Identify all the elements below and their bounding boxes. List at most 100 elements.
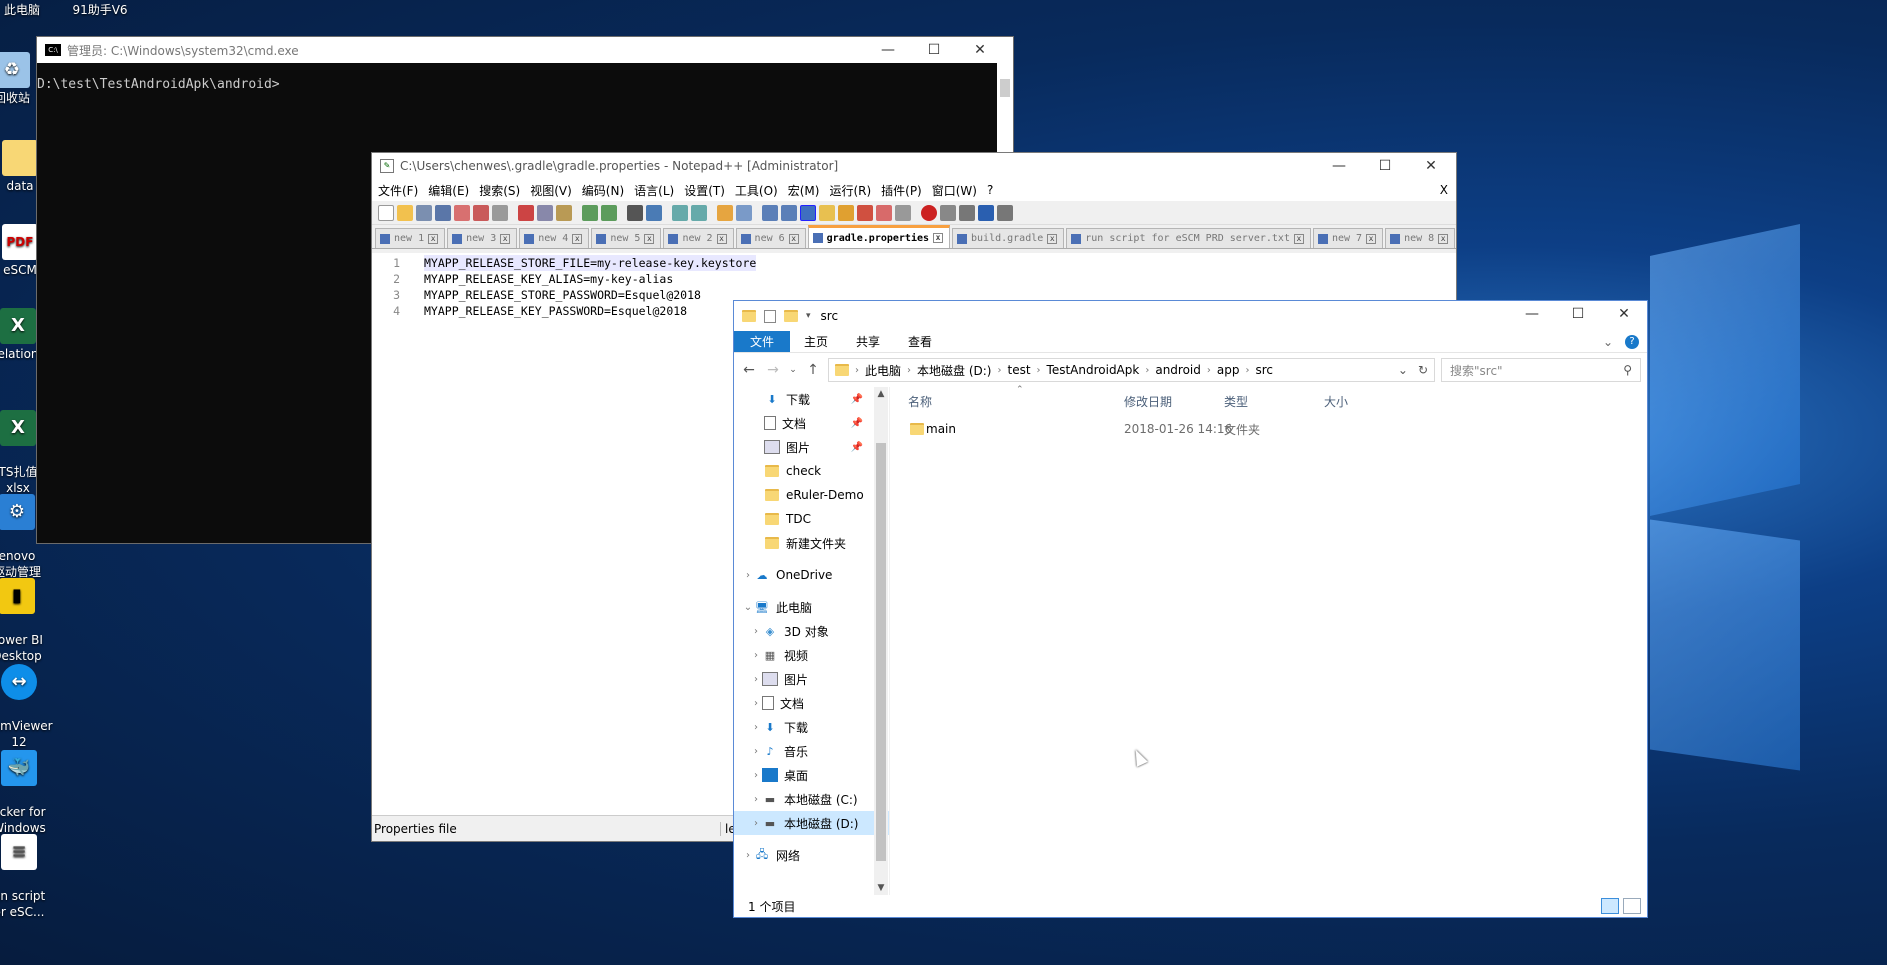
new-folder-icon[interactable] xyxy=(784,310,798,322)
desktop-icon-this-pc[interactable]: 此电脑 xyxy=(0,0,62,18)
nav-item-this-pc[interactable]: ⌄ 🖥 此电脑 xyxy=(734,595,889,619)
menu-edit[interactable]: 编辑(E) xyxy=(428,182,469,199)
stop-record-icon[interactable] xyxy=(940,204,956,221)
chevron-right-icon[interactable]: › xyxy=(750,626,762,637)
maximize-button[interactable]: ☐ xyxy=(1555,301,1601,331)
breadcrumb-item[interactable]: 本地磁盘 (D:) xyxy=(917,362,991,379)
close-tab-icon[interactable]: x xyxy=(933,233,944,243)
nav-item-drive-d[interactable]: › ▬ 本地磁盘 (D:) xyxy=(734,811,889,835)
breadcrumb-item[interactable]: 此电脑 xyxy=(865,362,901,379)
menu-help[interactable]: ? xyxy=(987,183,993,197)
close-button[interactable]: ✕ xyxy=(1601,301,1647,331)
menu-macro[interactable]: 宏(M) xyxy=(788,182,820,199)
tab-run-script[interactable]: run script for eSCM PRD server.txt x xyxy=(1066,228,1311,248)
close-tab-icon[interactable]: x xyxy=(1293,233,1304,244)
maximize-button[interactable]: ☐ xyxy=(911,37,957,63)
tab-new-3[interactable]: new 3x xyxy=(447,228,518,248)
chevron-right-icon[interactable]: › xyxy=(750,674,762,685)
explorer-window[interactable]: ▾ src — ☐ ✕ 文件 主页 共享 查看 ⌄ ? ← → ⌄ ↑ › 此电… xyxy=(733,300,1648,918)
new-file-icon[interactable] xyxy=(378,204,394,221)
close-tab-icon[interactable]: x xyxy=(788,233,799,244)
nav-item-eruler-demo[interactable]: eRuler-Demo xyxy=(734,483,889,507)
ribbon-tab-view[interactable]: 查看 xyxy=(894,331,946,352)
chevron-down-icon[interactable]: ⌄ xyxy=(742,602,754,613)
desktop-icon-run-script[interactable]: ≡ un script or eSC... xyxy=(0,818,54,936)
tab-new-6[interactable]: new 6x xyxy=(735,228,806,248)
cmd-console[interactable]: D:\test\TestAndroidApk\android> xyxy=(37,63,1013,92)
function-list-icon[interactable] xyxy=(857,204,873,221)
menu-view[interactable]: 视图(V) xyxy=(530,182,572,199)
find-icon[interactable] xyxy=(627,204,643,221)
tab-new-7[interactable]: new 7x xyxy=(1312,228,1384,248)
code-area[interactable]: MYAPP_RELEASE_STORE_FILE=my-release-key.… xyxy=(424,255,757,319)
zoom-out-icon[interactable] xyxy=(691,204,707,221)
chevron-right-icon[interactable]: › xyxy=(750,722,762,733)
cut-icon[interactable] xyxy=(518,204,534,221)
show-all-chars-icon[interactable] xyxy=(781,204,797,221)
paste-icon[interactable] xyxy=(556,204,572,221)
npp-titlebar[interactable]: ✎ C:\Users\chenwes\.gradle\gradle.proper… xyxy=(372,153,1456,179)
search-input[interactable]: 搜索"src" ⚲ xyxy=(1441,358,1641,382)
nav-item-new-folder[interactable]: 新建文件夹 xyxy=(734,531,889,555)
chevron-right-icon[interactable]: › xyxy=(750,746,762,757)
record-macro-icon[interactable] xyxy=(921,204,937,221)
menu-language[interactable]: 语言(L) xyxy=(634,182,674,199)
ribbon-tab-home[interactable]: 主页 xyxy=(790,331,842,352)
close-file-icon[interactable] xyxy=(454,204,470,221)
doc-map-icon[interactable] xyxy=(838,204,854,221)
tab-new-1[interactable]: new 1x xyxy=(375,228,446,248)
cmd-titlebar[interactable]: C:\ 管理员: C:\Windows\system32\cmd.exe — ☐… xyxy=(37,37,1013,63)
chevron-down-icon[interactable]: ▾ xyxy=(806,311,811,321)
replace-icon[interactable] xyxy=(646,204,662,221)
scroll-down-icon[interactable]: ▼ xyxy=(874,883,888,893)
chevron-right-icon[interactable]: › xyxy=(742,570,754,581)
close-tab-icon[interactable]: x xyxy=(1047,233,1058,244)
breadcrumb-item[interactable]: TestAndroidApk xyxy=(1047,363,1140,377)
indent-guide-icon[interactable] xyxy=(800,204,816,221)
breadcrumb-item[interactable]: test xyxy=(1007,363,1030,377)
close-document-button[interactable]: X xyxy=(1440,183,1448,197)
nav-item-downloads-pinned[interactable]: ⬇ 下载 📌 xyxy=(734,387,889,411)
minimize-button[interactable]: — xyxy=(1316,153,1362,179)
print-icon[interactable] xyxy=(492,204,508,221)
play-macro-icon[interactable] xyxy=(959,204,975,221)
file-row[interactable]: main 2018-01-26 14:16 文件夹 xyxy=(898,417,1647,441)
save-all-icon[interactable] xyxy=(435,204,451,221)
menu-run[interactable]: 运行(R) xyxy=(829,182,871,199)
nav-item-pictures-pinned[interactable]: 图片 📌 xyxy=(734,435,889,459)
menu-plugins[interactable]: 插件(P) xyxy=(881,182,922,199)
close-tab-icon[interactable]: x xyxy=(716,233,727,244)
navpane-scrollbar[interactable]: ▲ ▼ xyxy=(874,387,888,895)
menu-tools[interactable]: 工具(O) xyxy=(735,182,778,199)
recent-locations-icon[interactable]: ⌄ xyxy=(788,365,798,375)
chevron-down-icon[interactable]: ⌄ xyxy=(1398,363,1408,377)
play-multiple-icon[interactable] xyxy=(978,204,994,221)
address-bar[interactable]: › 此电脑 › 本地磁盘 (D:) › test › TestAndroidAp… xyxy=(828,358,1435,382)
copy-icon[interactable] xyxy=(537,204,553,221)
nav-item-documents-pinned[interactable]: 文档 📌 xyxy=(734,411,889,435)
back-icon[interactable]: ← xyxy=(740,362,758,378)
chevron-right-icon[interactable]: › xyxy=(750,818,762,829)
close-tab-icon[interactable]: x xyxy=(428,233,439,244)
udl-icon[interactable] xyxy=(819,204,835,221)
tab-new-8[interactable]: new 8x xyxy=(1385,228,1456,248)
tab-gradle-properties[interactable]: gradle.properties x xyxy=(807,225,951,248)
nav-item-desktop[interactable]: › 桌面 xyxy=(734,763,889,787)
folder-workspace-icon[interactable] xyxy=(876,204,892,221)
breadcrumb-item[interactable]: android xyxy=(1155,363,1201,377)
sync-h-icon[interactable] xyxy=(736,204,752,221)
close-button[interactable]: ✕ xyxy=(1408,153,1454,179)
column-header-name[interactable]: 名称 xyxy=(908,393,932,410)
chevron-right-icon[interactable]: › xyxy=(750,650,762,661)
minimize-button[interactable]: — xyxy=(1509,301,1555,331)
forward-icon[interactable]: → xyxy=(764,362,782,378)
breadcrumb-item[interactable]: src xyxy=(1255,363,1273,377)
up-icon[interactable]: ↑ xyxy=(804,362,822,378)
nav-item-documents[interactable]: › 文档 xyxy=(734,691,889,715)
maximize-button[interactable]: ☐ xyxy=(1362,153,1408,179)
details-view-icon[interactable] xyxy=(1601,898,1619,914)
word-wrap-icon[interactable] xyxy=(762,204,778,221)
file-list[interactable]: 名称 ⌃ 修改日期 类型 大小 main 2018-01-26 14:16 文件… xyxy=(898,385,1647,895)
close-tab-icon[interactable]: x xyxy=(572,233,583,244)
ribbon-tab-file[interactable]: 文件 xyxy=(734,331,791,352)
